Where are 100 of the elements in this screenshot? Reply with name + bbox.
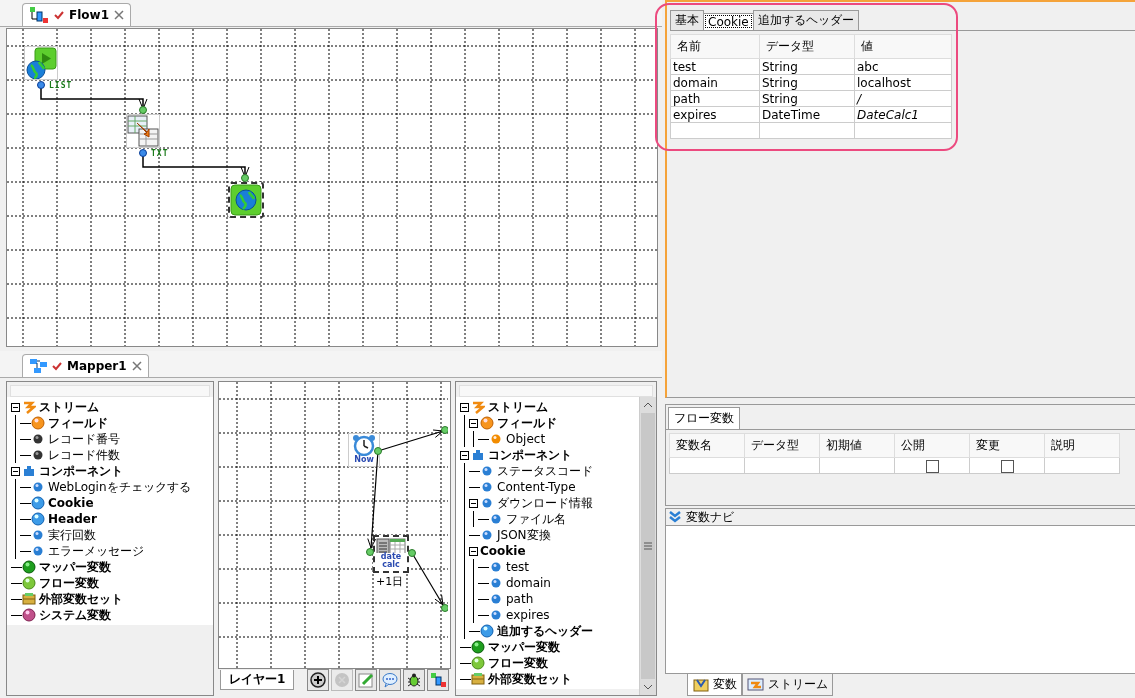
tree-item[interactable]: システム変数 <box>22 606 111 624</box>
close-icon[interactable] <box>131 361 142 371</box>
scrollbar[interactable] <box>639 397 656 695</box>
column-header[interactable]: 初期値 <box>819 433 895 458</box>
tree-item[interactable]: 外部変数セット <box>471 670 572 688</box>
port-dot[interactable] <box>374 447 382 455</box>
document-tab[interactable]: Flow1 <box>22 3 131 26</box>
sphere-icon <box>480 624 494 638</box>
port-dot[interactable] <box>139 106 147 114</box>
tree-item[interactable]: Content-Type <box>480 480 576 494</box>
property-tab[interactable]: Cookie <box>703 13 754 30</box>
tree-item[interactable]: 外部変数セット <box>22 590 123 608</box>
tree-item[interactable]: test <box>489 560 530 574</box>
column-header[interactable]: データ型 <box>744 433 820 458</box>
collapse-icon[interactable] <box>469 546 478 556</box>
collapse-icon[interactable] <box>11 466 20 476</box>
tree-item[interactable]: フィールド <box>480 414 557 432</box>
port-dot[interactable] <box>37 81 45 89</box>
filter-field[interactable] <box>459 385 653 397</box>
sphere-icon <box>471 640 485 654</box>
tree-item[interactable]: expires <box>489 608 550 622</box>
checkbox[interactable] <box>1000 459 1014 473</box>
column-header[interactable]: 公開 <box>894 433 970 458</box>
tree-item[interactable]: Cookie <box>31 496 94 510</box>
tree-item[interactable]: エラーメッセージ <box>31 542 144 560</box>
globe-icon <box>230 184 262 216</box>
column-header[interactable]: データ型 <box>759 34 855 59</box>
tree-item[interactable]: コンポーネント <box>471 446 572 464</box>
property-tab[interactable]: 追加するヘッダー <box>752 10 859 30</box>
toolbar-button[interactable] <box>403 669 425 691</box>
sphere-icon <box>31 480 45 494</box>
tree-item[interactable]: Header <box>31 512 97 526</box>
close-icon[interactable] <box>114 10 124 20</box>
tree-item[interactable]: ダウンロード情報 <box>480 494 593 512</box>
table-cell: DateTime <box>759 106 855 123</box>
tree-item[interactable]: フロー変数 <box>471 654 548 672</box>
link-label: TXT <box>151 149 169 158</box>
property-tab[interactable]: 基本 <box>670 10 704 30</box>
tree-item[interactable]: レコード件数 <box>31 446 120 464</box>
mapper-function-node[interactable]: date calc <box>373 535 409 573</box>
tree-item[interactable]: ファイル名 <box>489 510 566 528</box>
tree-item[interactable]: マッパー変数 <box>22 558 111 576</box>
sphere-icon <box>480 480 494 494</box>
tree-item[interactable]: 追加するヘッダー <box>480 622 593 640</box>
sphere-icon <box>489 560 503 574</box>
tree-item[interactable]: Cookie <box>480 544 526 558</box>
tree-item[interactable]: コンポーネント <box>22 462 123 480</box>
tree-item[interactable]: ストリーム <box>22 398 99 416</box>
panel-tab[interactable]: フロー変数 <box>668 407 740 429</box>
checkmark-icon <box>52 361 62 371</box>
link-label: LIST <box>49 81 73 90</box>
diagram-icon <box>29 6 51 24</box>
column-header[interactable]: 名前 <box>670 34 760 59</box>
tree-item[interactable]: JSON変換 <box>480 526 551 544</box>
collapse-icon[interactable] <box>469 498 478 508</box>
table-cell: DateCalc1 <box>854 106 952 123</box>
sphere-icon <box>31 528 45 542</box>
checkbox[interactable] <box>925 459 939 473</box>
mapper-function-node[interactable]: Now <box>348 433 380 467</box>
tree-item[interactable]: Object <box>489 432 546 446</box>
sphere-icon <box>31 416 45 430</box>
variable-icon <box>692 676 710 693</box>
tree-item[interactable]: path <box>489 592 534 606</box>
port-dot[interactable] <box>366 548 374 556</box>
tree-item[interactable]: レコード番号 <box>31 430 120 448</box>
sphere-icon <box>471 656 485 670</box>
tree-item[interactable]: 実行回数 <box>31 526 96 544</box>
grip-icon[interactable] <box>644 542 652 550</box>
collapse-icon[interactable] <box>469 418 478 428</box>
scrollbar-thumb[interactable] <box>641 413 655 679</box>
collapse-icon[interactable] <box>460 402 469 412</box>
table-cell: String <box>759 90 855 107</box>
port-dot[interactable] <box>408 549 416 557</box>
double-chevron-icon[interactable] <box>668 510 682 524</box>
column-header[interactable]: 値 <box>854 34 952 59</box>
column-header[interactable]: 説明 <box>1044 433 1120 458</box>
column-header[interactable]: 変数名 <box>669 433 745 458</box>
tree-item[interactable]: ステータスコード <box>480 462 593 480</box>
collapse-icon[interactable] <box>11 402 20 412</box>
layer-tab[interactable]: レイヤー1 <box>220 670 295 690</box>
tree-item[interactable]: ストリーム <box>471 398 548 416</box>
panel-tab[interactable]: ストリーム <box>742 674 833 696</box>
tree-item[interactable]: マッパー変数 <box>471 638 560 656</box>
sphere-icon <box>480 496 494 510</box>
tree-item[interactable]: domain <box>489 576 551 590</box>
collapse-icon[interactable] <box>460 450 469 460</box>
node-caption: +1日 <box>376 574 404 589</box>
tree-item[interactable]: フロー変数 <box>22 574 99 592</box>
tree-item[interactable]: WebLoginをチェックする <box>31 478 191 496</box>
diagram-icon <box>429 671 447 689</box>
document-tab[interactable]: Mapper1 <box>22 354 149 377</box>
port-dot[interactable] <box>241 174 249 182</box>
toolbar-button[interactable] <box>307 669 329 691</box>
filter-field[interactable] <box>10 385 210 397</box>
panel-tab[interactable]: 変数 <box>687 674 742 696</box>
tree-item[interactable]: フィールド <box>31 414 108 432</box>
sphere-icon <box>489 432 503 446</box>
flow-node[interactable] <box>228 182 264 218</box>
column-header[interactable]: 変更 <box>969 433 1045 458</box>
port-dot[interactable] <box>139 149 147 157</box>
